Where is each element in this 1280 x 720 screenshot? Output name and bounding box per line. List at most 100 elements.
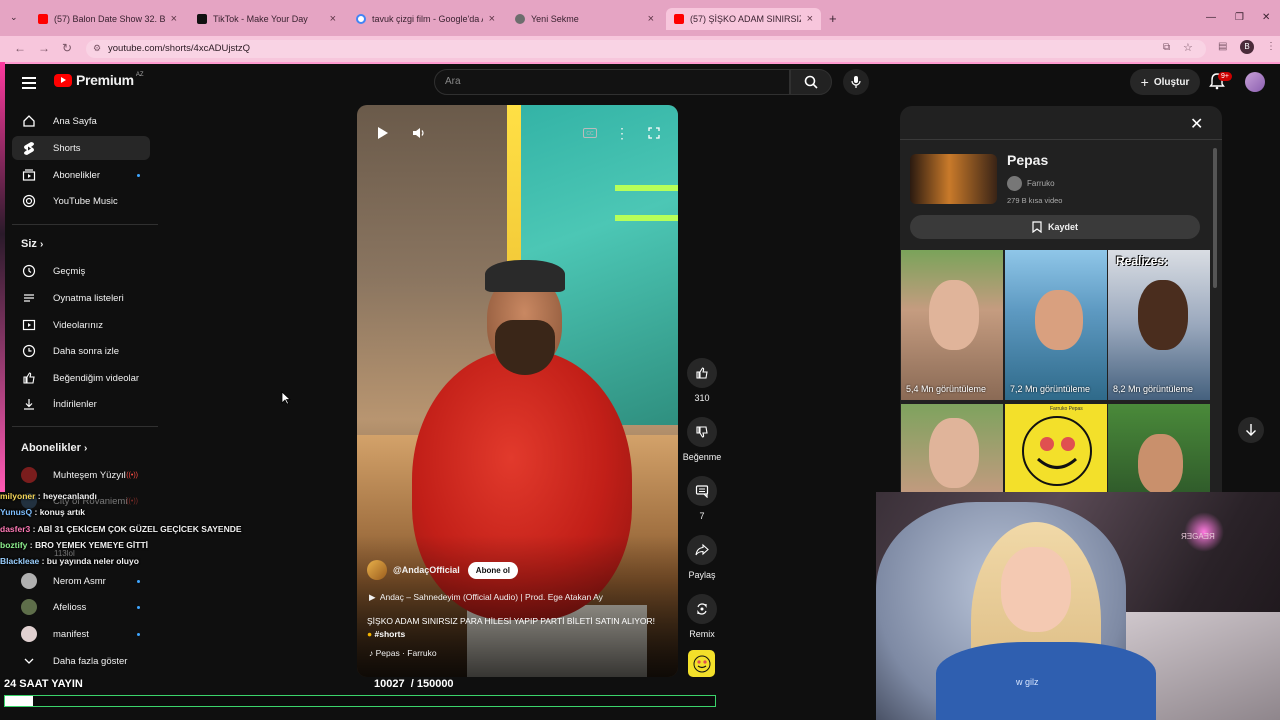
play-button[interactable] [372,122,394,144]
video-music-link[interactable]: ♪ Pepas · Farruko [369,648,437,658]
sidebar-you-heading[interactable]: Siz › [21,238,43,250]
tab-list-icon[interactable]: ⌄ [10,12,18,23]
video-song-link[interactable]: ▶ Andaç – Sahnedeyim (Official Audio) | … [369,592,603,603]
sidebar-item-your-videos[interactable]: Videolarınız [12,313,150,337]
forward-button[interactable]: → [38,41,50,55]
hashtag-link[interactable]: #shorts [375,629,406,639]
sidebar-item-subscriptions[interactable]: Abonelikler [12,163,150,187]
sidebar-channel-item[interactable]: manifest [12,622,150,646]
close-window-button[interactable]: ✕ [1262,12,1270,23]
logo-text: Premium [76,72,134,88]
browser-tab[interactable]: TikTok - Make Your Day × [189,8,344,30]
close-icon[interactable]: × [807,13,813,25]
download-icon [21,396,37,412]
close-icon[interactable]: × [171,13,177,25]
video-subject [495,320,555,375]
short-thumbnail[interactable] [901,404,1003,496]
browser-tab[interactable]: tavuk çizgi film - Google'da Ara × [348,8,503,30]
browser-menu-icon[interactable]: ⋮ [1266,41,1276,52]
account-avatar[interactable] [1245,72,1265,92]
sidebar-item-home[interactable]: Ana Sayfa [12,109,150,133]
sidebar-item-watch-later[interactable]: Daha sonra izle [12,339,150,363]
reload-button[interactable]: ↻ [62,41,72,55]
bookmark-star-icon[interactable]: ☆ [1183,41,1193,54]
music-icon [21,193,37,209]
new-content-dot [137,173,140,177]
chat-text: konuş artık [39,507,86,518]
browser-tab[interactable]: (57) Balon Date Show 32. Bölüm × [30,8,185,30]
video-channel[interactable]: @AndaçOfficial Abone ol [367,560,519,580]
tiktok-icon [197,14,207,24]
sidebar-item-history[interactable]: Geçmiş [12,259,150,283]
short-thumbnail[interactable]: 7,2 Mn görüntüleme [1005,250,1107,400]
subscribe-button[interactable]: Abone ol [467,561,519,579]
stream-progress-fill [5,696,34,706]
fullscreen-button[interactable] [643,122,665,144]
chat-username: YunusQ [0,507,33,518]
captions-button[interactable]: CC [579,122,601,144]
sidebar-show-more[interactable]: Daha fazla göster [12,649,150,673]
minimize-button[interactable]: — [1206,12,1216,23]
sidebar-channel-item[interactable]: Afelioss [12,595,150,619]
sidebar-item-shorts[interactable]: Shorts [12,136,150,160]
arrow-down-icon [1246,424,1256,436]
subscriptions-icon [21,167,37,183]
sidebar-channel-item[interactable]: Nerom Asmr [12,569,150,593]
short-thumbnail[interactable]: 5,4 Mn görüntüleme [901,250,1003,400]
comments-button[interactable]: 7 [682,476,722,521]
smiley-icon [693,655,710,672]
close-icon[interactable]: × [648,13,654,25]
extensions-icon[interactable]: ▤ [1218,41,1227,52]
thumbnail-subject [1138,434,1183,494]
site-info-icon[interactable]: ⚙ [93,43,101,54]
short-thumbnail[interactable] [1108,404,1210,496]
panel-scrollbar[interactable] [1213,148,1217,288]
search-button[interactable] [790,69,832,95]
sidebar-item-liked-videos[interactable]: Beğendiğim videolar [12,366,150,390]
search-input[interactable]: Ara [434,69,790,95]
sidebar-item-playlists[interactable]: Oynatma listeleri [12,286,150,310]
maximize-button[interactable]: ❐ [1235,12,1244,23]
stream-frame-top [0,62,1280,64]
tab-title: (57) ŞİŞKO ADAM SINIRSIZ PARA [690,14,801,24]
more-options-button[interactable]: ⋮ [611,122,633,144]
shorts-video-player[interactable]: CC ⋮ @AndaçOfficial Abone ol ▶ Andaç – S… [357,105,678,677]
sound-thumbnail-button[interactable] [688,650,715,677]
sidebar-subs-heading[interactable]: Abonelikler › [21,442,87,454]
guide-menu-icon[interactable] [22,74,36,92]
fullscreen-icon [648,127,660,139]
browser-toolbar: ← → ↻ ⚙ youtube.com/shorts/4xcADUjstzQ ⧉… [0,36,1280,62]
chat-message: milyoner : heyecanlandı [0,491,97,501]
sidebar-item-youtube-music[interactable]: YouTube Music [12,189,150,213]
short-thumbnail[interactable]: Realizes: 8,2 Mn görüntüleme [1108,250,1210,400]
close-icon[interactable]: × [489,13,495,25]
remix-button[interactable]: Remix [682,594,722,639]
voice-search-button[interactable] [843,69,869,95]
close-icon[interactable]: × [330,13,336,25]
sidebar-item-downloads[interactable]: İndirilenler [12,392,150,416]
search-placeholder: Ara [445,76,461,87]
channel-name: Nerom Asmr [53,575,106,587]
new-tab-button[interactable]: + [829,11,837,26]
like-button[interactable]: 310 [682,358,722,403]
short-thumbnail[interactable]: Farruko Pepas [1005,404,1107,496]
sidebar-channel-item[interactable]: Muhteşem Yüzyıl ((•)) [12,463,150,487]
save-sound-button[interactable]: Kaydet [910,215,1200,239]
captions-icon: CC [583,128,597,138]
browser-tab-active[interactable]: (57) ŞİŞKO ADAM SINIRSIZ PARA × [666,8,821,30]
volume-button[interactable] [408,122,430,144]
address-bar[interactable]: ⚙ youtube.com/shorts/4xcADUjstzQ ⧉ ☆ [86,40,1206,58]
profile-avatar[interactable]: B [1240,40,1254,54]
create-button[interactable]: + Oluştur [1130,69,1200,95]
bookmark-icon [1032,221,1042,233]
browser-tab[interactable]: Yeni Sekme × [507,8,662,30]
next-video-button[interactable] [1238,417,1264,443]
dislike-button[interactable]: Beğenme [682,417,722,462]
install-app-icon[interactable]: ⧉ [1163,42,1170,53]
back-button[interactable]: ← [14,41,26,55]
youtube-play-icon [54,73,72,87]
share-button[interactable]: Paylaş [682,535,722,580]
youtube-logo[interactable]: Premium AZ [54,72,143,88]
sound-artist[interactable]: Farruko [1007,176,1055,191]
close-panel-button[interactable]: ✕ [1190,114,1203,134]
